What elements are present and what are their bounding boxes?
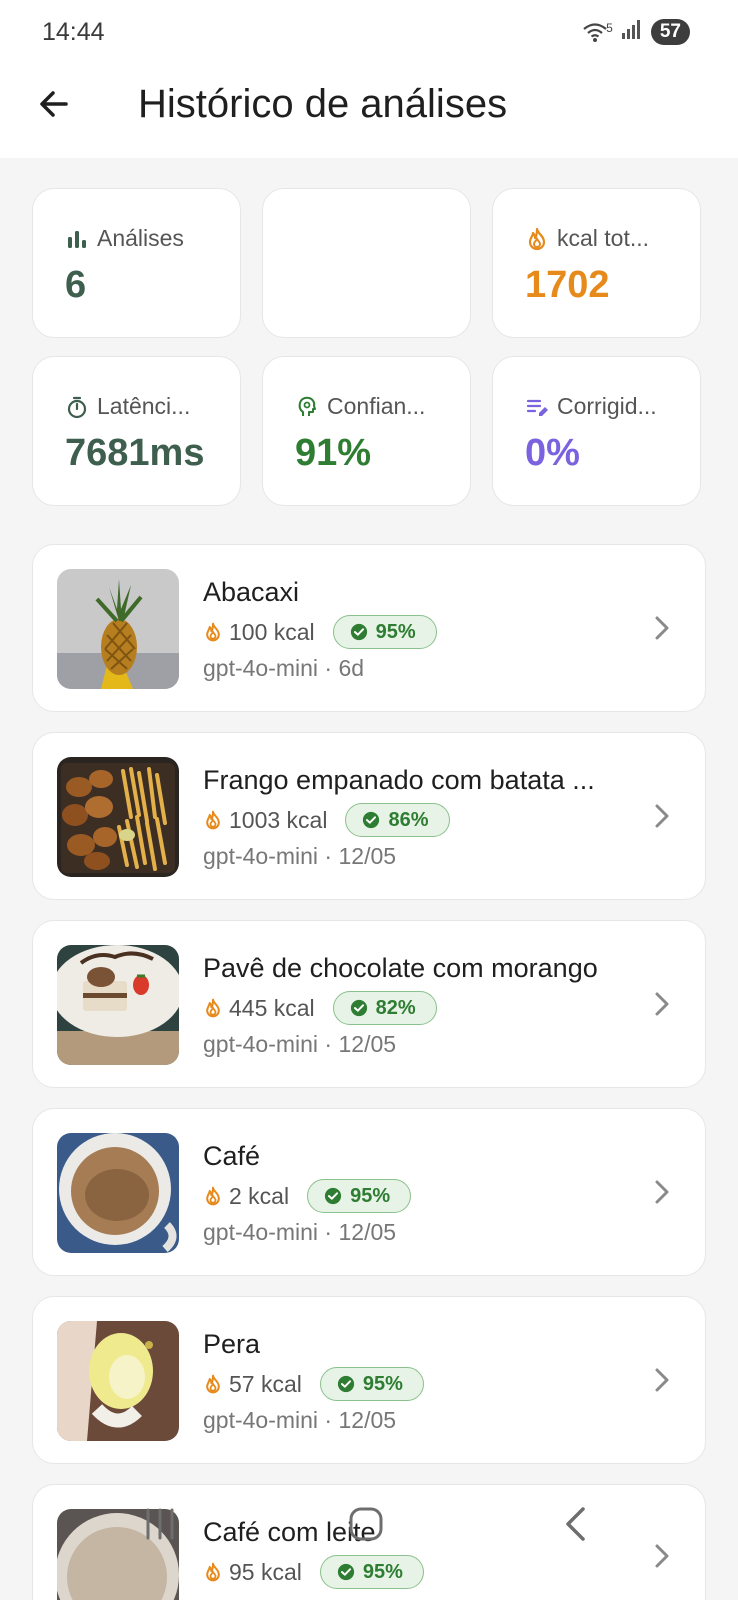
kcal-row: 100 kcal 95% [203, 615, 437, 649]
food-photo [57, 945, 179, 1065]
stat-card-kcal-total: kcal tot... 1702 [492, 188, 701, 338]
flame-icon [206, 1374, 220, 1394]
stat-value: 7681ms [65, 432, 205, 474]
confidence-value: 86% [388, 809, 429, 831]
confidence-value: 95% [362, 1561, 403, 1583]
check-circle-icon [337, 1375, 354, 1393]
item-title: Abacaxi [203, 577, 300, 607]
confidence-value: 95% [375, 621, 416, 643]
check-circle-icon [350, 623, 367, 641]
kcal-value: 57 kcal [229, 1370, 302, 1397]
signal-icon [621, 18, 643, 45]
flame-icon [528, 227, 546, 250]
flame-icon [206, 1186, 220, 1206]
status-time: 14:44 [42, 18, 105, 46]
item-meta: gpt-4o-mini · 12/05 [203, 843, 397, 869]
wifi-label: 5 [606, 20, 613, 35]
stat-label: Análises [97, 225, 184, 251]
stat-label: Corrigid... [557, 393, 657, 419]
confidence-badge: 86% [345, 803, 450, 837]
flame-icon [206, 810, 220, 830]
kcal-value: 100 kcal [229, 618, 315, 645]
stat-value: 91% [295, 432, 372, 474]
stat-label: Latênci... [97, 393, 191, 419]
stat-card-latencia: Latênci... 7681ms [32, 356, 241, 506]
item-title: Pavê de chocolate com morango [203, 953, 598, 983]
flame-icon [206, 622, 220, 642]
food-photo [57, 1321, 179, 1441]
stat-label: Confian... [327, 393, 426, 419]
confidence-badge: 82% [332, 991, 437, 1025]
edit-note-icon [526, 399, 548, 416]
chevron-right-icon [655, 804, 669, 828]
stat-label: kcal tot... [557, 225, 650, 251]
chevron-right-icon [655, 1368, 669, 1392]
brain-head-icon [298, 396, 316, 416]
item-meta: gpt-4o-mini · 12/05 [203, 1407, 397, 1433]
item-meta: gpt-4o-mini · 12/05 [203, 1219, 397, 1245]
history-item-frango[interactable]: Frango empanado com batata ... 1003 kcal… [32, 732, 706, 900]
kcal-value: 2 kcal [229, 1182, 290, 1209]
stat-card-analises: Análises 6 [32, 188, 241, 338]
history-item-cafe[interactable]: Café 2 kcal 95% gpt-4o-mini · 12/05 [32, 1108, 706, 1276]
wifi-icon: 5 [582, 21, 613, 43]
check-circle-icon [363, 811, 380, 829]
kcal-row: 1003 kcal 86% [203, 803, 450, 837]
page-title: Histórico de análises [138, 82, 508, 126]
stat-card-empty [262, 188, 471, 338]
food-photo [57, 1509, 179, 1600]
food-photo [57, 1133, 179, 1253]
battery-indicator: 57 [650, 18, 690, 45]
app-bar: Histórico de análises [0, 62, 738, 158]
kcal-row: 57 kcal 95% [203, 1367, 424, 1401]
check-circle-icon [350, 999, 367, 1017]
status-bar: 14:44 5 57 [0, 0, 738, 62]
chevron-right-icon [655, 616, 669, 640]
confidence-badge: 95% [319, 1555, 424, 1589]
food-photo [57, 569, 179, 689]
arrow-left-icon [40, 91, 68, 117]
confidence-badge: 95% [307, 1179, 412, 1213]
back-button[interactable] [30, 80, 78, 128]
confidence-badge: 95% [319, 1367, 424, 1401]
confidence-value: 95% [350, 1185, 391, 1207]
kcal-row: 2 kcal 95% [203, 1179, 412, 1213]
history-item-cafe-com-leite[interactable]: Café com leite 95 kcal 95% [32, 1484, 706, 1600]
stat-card-corrigidos: Corrigid... 0% [492, 356, 701, 506]
kcal-value: 445 kcal [229, 994, 315, 1021]
kcal-value: 95 kcal [229, 1558, 302, 1585]
chevron-right-icon [655, 992, 669, 1016]
item-title: Café [203, 1141, 261, 1171]
stat-value: 1702 [525, 264, 610, 306]
confidence-badge: 95% [332, 615, 437, 649]
food-photo [57, 757, 179, 877]
check-circle-icon [324, 1187, 342, 1205]
chevron-right-icon [655, 1180, 669, 1204]
kcal-value: 1003 kcal [229, 806, 328, 833]
kcal-row: 95 kcal 95% [203, 1555, 424, 1589]
check-circle-icon [337, 1563, 354, 1581]
history-item-abacaxi[interactable]: Abacaxi 100 kcal 95% gpt-4o-mini · 6d [32, 544, 706, 712]
item-meta: gpt-4o-mini · 6d [203, 655, 365, 681]
stat-card-confianca: Confian... 91% [262, 356, 471, 506]
bar-chart-icon [68, 230, 86, 248]
stat-value: 0% [525, 432, 580, 474]
status-icons: 5 57 [582, 18, 690, 45]
history-item-pave[interactable]: Pavê de chocolate com morango 445 kcal 8… [32, 920, 706, 1088]
item-meta: gpt-4o-mini · 12/05 [203, 1031, 397, 1057]
kcal-row: 445 kcal 82% [203, 991, 437, 1025]
confidence-value: 95% [362, 1373, 403, 1395]
chevron-right-icon [655, 1544, 669, 1568]
stat-value: 6 [65, 264, 87, 306]
item-title: Frango empanado com batata ... [203, 765, 595, 795]
history-item-pera[interactable]: Pera 57 kcal 95% gpt-4o-mini · 12/05 [32, 1296, 706, 1464]
confidence-value: 82% [375, 997, 416, 1019]
item-title: Pera [203, 1329, 261, 1359]
flame-icon [206, 1562, 220, 1582]
flame-icon [206, 998, 220, 1018]
timer-icon [67, 396, 87, 418]
item-title: Café com leite [203, 1517, 376, 1547]
